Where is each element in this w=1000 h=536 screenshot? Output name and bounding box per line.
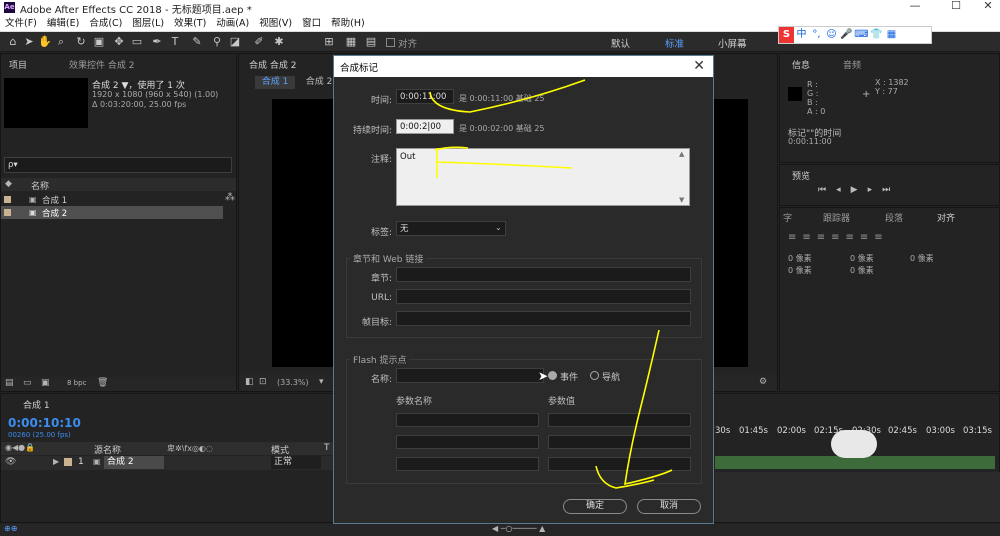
annotation-stroke-3 [595, 329, 673, 489]
annotation-stroke-2 [434, 146, 573, 178]
annotation-overlay [429, 79, 673, 489]
annotation-stroke-1 [429, 79, 586, 113]
